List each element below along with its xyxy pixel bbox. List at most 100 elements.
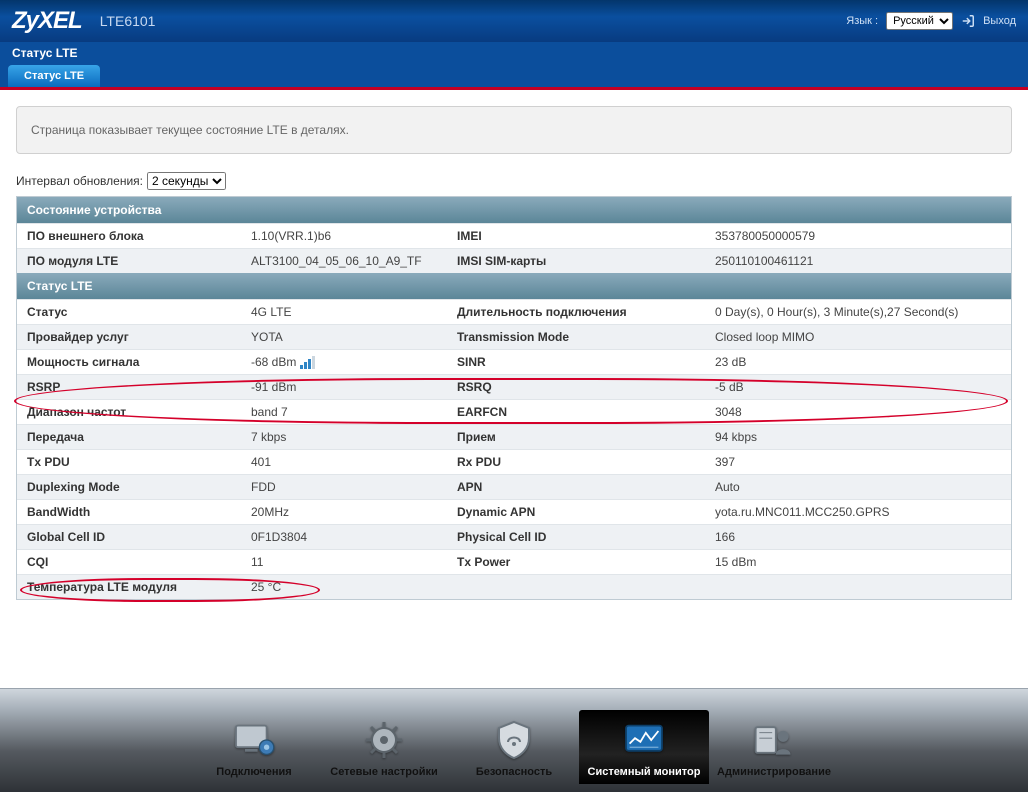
table-row: Tx PDU401Rx PDU397 [17, 449, 1011, 474]
table-row: Температура LTE модуля25 °C [17, 574, 1011, 599]
refresh-label: Интервал обновления: [16, 174, 143, 188]
table-row: RSRP-91 dBmRSRQ-5 dB [17, 374, 1011, 399]
row-value: 401 [241, 449, 447, 474]
dock-security[interactable]: Безопасность [449, 710, 579, 784]
signal-bars-icon [300, 356, 315, 369]
row-value: 11 [241, 549, 447, 574]
row-label: Длительность подключения [447, 299, 705, 324]
row-label: EARFCN [447, 399, 705, 424]
row-label: Dynamic APN [447, 499, 705, 524]
model-label: LTE6101 [100, 13, 156, 29]
dock-label: Сетевые настройки [330, 766, 438, 778]
refresh-select[interactable]: 2 секунды [147, 172, 226, 190]
monitor-icon [230, 720, 278, 760]
row-value: 353780050000579 [705, 223, 1011, 248]
breadcrumb-text: Статус LTE [12, 46, 78, 60]
bottom-dock: Подключения Сетевые настройки Безопаснос… [0, 688, 1028, 792]
row-label: RSRQ [447, 374, 705, 399]
logout-link[interactable]: Выход [983, 15, 1016, 27]
admin-icon [750, 720, 798, 760]
page-description: Страница показывает текущее состояние LT… [16, 106, 1012, 154]
row-label: Rx PDU [447, 449, 705, 474]
row-value: Auto [705, 474, 1011, 499]
row-value [705, 574, 1011, 599]
table-row: BandWidth20MHzDynamic APNyota.ru.MNC011.… [17, 499, 1011, 524]
gear-icon [360, 720, 408, 760]
content-area: Страница показывает текущее состояние LT… [0, 90, 1028, 706]
row-label: Transmission Mode [447, 324, 705, 349]
status-panel: Состояние устройства ПО внешнего блока1.… [16, 196, 1012, 600]
row-label: IMEI [447, 223, 705, 248]
row-label: Global Cell ID [17, 524, 241, 549]
top-banner: ZyXEL LTE6101 Язык : Русский Выход [0, 0, 1028, 42]
row-label [447, 574, 705, 599]
table-row: Провайдер услугYOTATransmission ModeClos… [17, 324, 1011, 349]
row-label: Передача [17, 424, 241, 449]
row-value: 4G LTE [241, 299, 447, 324]
row-value: 397 [705, 449, 1011, 474]
dock-label: Администрирование [717, 766, 831, 778]
row-value: YOTA [241, 324, 447, 349]
row-value: -5 dB [705, 374, 1011, 399]
row-value: 250110100461121 [705, 248, 1011, 273]
row-value: ALT3100_04_05_06_10_A9_TF [241, 248, 447, 273]
tab-lte-status[interactable]: Статус LTE [8, 65, 100, 87]
table-row: Статус4G LTEДлительность подключения0 Da… [17, 299, 1011, 324]
table-row: Передача7 kbpsПрием94 kbps [17, 424, 1011, 449]
row-label: BandWidth [17, 499, 241, 524]
row-value: 0 Day(s), 0 Hour(s), 3 Minute(s),27 Seco… [705, 299, 1011, 324]
row-label: Провайдер услуг [17, 324, 241, 349]
brand-logo: ZyXEL [12, 7, 82, 35]
dock-system-monitor[interactable]: Системный монитор [579, 710, 709, 784]
row-value: 166 [705, 524, 1011, 549]
row-label: Диапазон частот [17, 399, 241, 424]
row-label: Статус [17, 299, 241, 324]
row-value: 7 kbps [241, 424, 447, 449]
row-value: 20MHz [241, 499, 447, 524]
row-label: RSRP [17, 374, 241, 399]
row-value: -68 dBm [241, 349, 447, 374]
dock-administration[interactable]: Администрирование [709, 710, 839, 784]
dock-network-settings[interactable]: Сетевые настройки [319, 710, 449, 784]
row-label: SINR [447, 349, 705, 374]
tab-row: Статус LTE [0, 64, 1028, 90]
language-label: Язык : [846, 15, 878, 27]
table-row: ПО внешнего блока1.10(VRR.1)b6IMEI353780… [17, 223, 1011, 248]
row-label: IMSI SIM-карты [447, 248, 705, 273]
table-row: Мощность сигнала-68 dBmSINR23 dB [17, 349, 1011, 374]
table-row: Duplexing ModeFDDAPNAuto [17, 474, 1011, 499]
breadcrumb: Статус LTE [0, 42, 1028, 64]
row-value: -91 dBm [241, 374, 447, 399]
chart-monitor-icon [620, 720, 668, 760]
row-label: Tx PDU [17, 449, 241, 474]
refresh-interval-row: Интервал обновления: 2 секунды [16, 172, 1012, 190]
row-value: yota.ru.MNC011.MCC250.GPRS [705, 499, 1011, 524]
row-value: 94 kbps [705, 424, 1011, 449]
row-value: 23 dB [705, 349, 1011, 374]
row-value: Closed loop MIMO [705, 324, 1011, 349]
row-label: APN [447, 474, 705, 499]
shield-icon [490, 720, 538, 760]
table-row: ПО модуля LTEALT3100_04_05_06_10_A9_TFIM… [17, 248, 1011, 273]
row-label: Прием [447, 424, 705, 449]
row-label: CQI [17, 549, 241, 574]
row-label: Duplexing Mode [17, 474, 241, 499]
table-row: Global Cell ID0F1D3804Physical Cell ID16… [17, 524, 1011, 549]
dock-label: Безопасность [476, 766, 552, 778]
row-label: Мощность сигнала [17, 349, 241, 374]
table-row: Диапазон частотband 7EARFCN3048 [17, 399, 1011, 424]
row-label: Physical Cell ID [447, 524, 705, 549]
row-label: ПО модуля LTE [17, 248, 241, 273]
logout-icon [961, 14, 975, 28]
row-value: 25 °C [241, 574, 447, 599]
row-label: Tx Power [447, 549, 705, 574]
dock-label: Подключения [216, 766, 291, 778]
language-select[interactable]: Русский [886, 12, 953, 30]
row-value: band 7 [241, 399, 447, 424]
row-value: 15 dBm [705, 549, 1011, 574]
section-device-state: Состояние устройства [17, 197, 1011, 223]
dock-connections[interactable]: Подключения [189, 710, 319, 784]
row-label: Температура LTE модуля [17, 574, 241, 599]
row-value: 0F1D3804 [241, 524, 447, 549]
row-value: FDD [241, 474, 447, 499]
